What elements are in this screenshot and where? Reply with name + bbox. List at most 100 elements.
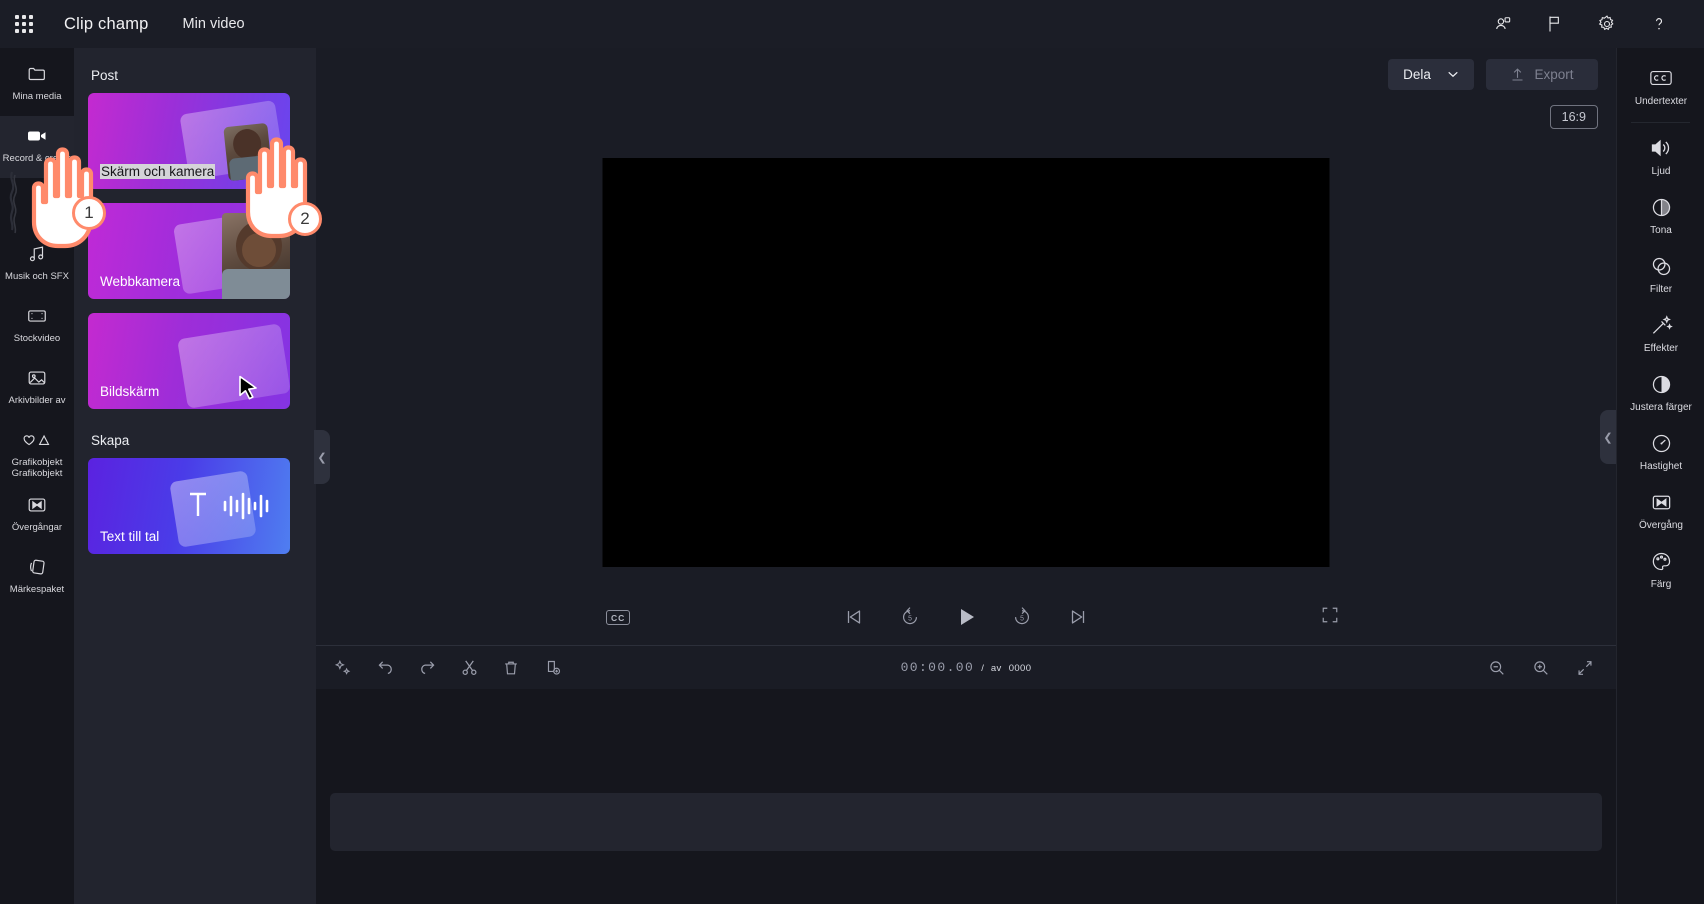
film-strip-icon: [26, 303, 48, 329]
app-launcher-icon[interactable]: [0, 0, 48, 48]
right-item-label: Färg: [1650, 579, 1672, 590]
share-person-icon[interactable]: [1484, 5, 1522, 43]
tutorial-step-2-badge: 2: [288, 202, 322, 236]
text-to-speech-card[interactable]: Text till tal: [88, 458, 290, 554]
brand-kit-icon: [26, 554, 48, 580]
filter-circles-icon: [1650, 253, 1673, 279]
webcam-card[interactable]: Webbkamera: [88, 203, 290, 299]
fullscreen-icon[interactable]: [1321, 606, 1339, 629]
play-icon[interactable]: [953, 604, 979, 630]
stage-toolbar: Dela Export: [316, 48, 1616, 100]
sidebar-item-overgangar[interactable]: Övergångar: [0, 485, 74, 547]
card-label: Bildskärm: [100, 384, 160, 399]
video-camera-icon: [25, 123, 49, 149]
transition-icon: [26, 492, 48, 518]
card-label: Text till tal: [100, 529, 160, 544]
help-question-icon[interactable]: [1640, 5, 1678, 43]
collapse-media-panel-button[interactable]: ❮: [314, 430, 330, 484]
video-preview-canvas[interactable]: [602, 158, 1330, 567]
sidebar-item-musik-och-sfx[interactable]: Musik och SFX: [0, 234, 74, 296]
editor-stage: Dela Export 16:9 CC 5 5 00:00.00 / av 00…: [316, 48, 1616, 904]
export-button-label: Export: [1534, 66, 1574, 82]
sidebar-divider: [1631, 122, 1690, 123]
total-time-label: av: [990, 663, 1002, 674]
right-item-tona[interactable]: Tona: [1617, 185, 1704, 244]
section-header-skapa: Skapa: [91, 433, 130, 448]
right-item-undertexter[interactable]: Undertexter: [1617, 56, 1704, 115]
sidebar-item-label: Mina media: [12, 91, 62, 102]
brand-name[interactable]: Clip champ: [64, 15, 149, 34]
timeline-zoom-tools: [1484, 655, 1616, 681]
right-item-justera-farger[interactable]: Justera färger: [1617, 362, 1704, 421]
skip-to-end-icon[interactable]: [1065, 604, 1091, 630]
zoom-in-icon[interactable]: [1528, 655, 1554, 681]
captions-toggle-button[interactable]: CC: [606, 609, 631, 625]
right-item-label: Effekter: [1643, 343, 1679, 354]
sidebar-item-label: Arkivbilder av: [8, 395, 66, 406]
chevron-left-icon: ❮: [317, 451, 327, 464]
music-note-icon: [26, 241, 48, 267]
text-to-speech-art: [169, 466, 290, 552]
right-item-filter[interactable]: Filter: [1617, 244, 1704, 303]
flag-feedback-icon[interactable]: [1536, 5, 1574, 43]
aspect-ratio-button[interactable]: 16:9: [1549, 105, 1598, 129]
header-actions: [1484, 5, 1704, 43]
sidebar-item-markespaket[interactable]: Märkespaket: [0, 547, 74, 609]
skip-to-start-icon[interactable]: [841, 604, 867, 630]
collapse-right-panel-button[interactable]: ❮: [1600, 410, 1616, 464]
sidebar-item-stockvideo[interactable]: Stockvideo: [0, 296, 74, 358]
right-item-effekter[interactable]: Effekter: [1617, 303, 1704, 362]
sidebar-item-label: Musik och SFX: [5, 271, 69, 282]
right-item-overgang[interactable]: Övergång: [1617, 480, 1704, 539]
trash-delete-icon[interactable]: [498, 655, 524, 681]
magic-sparkle-icon[interactable]: [330, 655, 356, 681]
project-title[interactable]: Min video: [183, 16, 245, 32]
export-button[interactable]: Export: [1486, 58, 1598, 90]
rewind-5-icon[interactable]: 5: [897, 604, 923, 630]
timecode-separator: /: [981, 663, 984, 674]
current-time: 00:00.00: [900, 660, 975, 675]
screen-card[interactable]: Bildskärm: [88, 313, 290, 409]
left-sidebar: Mina media Record & create Musik och SFX: [0, 48, 74, 904]
timeline-body[interactable]: [316, 689, 1616, 904]
transition-icon: [1650, 489, 1673, 515]
forward-5-icon[interactable]: 5: [1009, 604, 1035, 630]
card-label: Skärm och kamera: [100, 164, 216, 179]
timeline-track[interactable]: [330, 793, 1602, 851]
total-time: 0000: [1008, 663, 1032, 674]
timeline-tools: [316, 655, 566, 681]
speedometer-icon: [1650, 430, 1673, 456]
redo-icon[interactable]: [414, 655, 440, 681]
undo-icon[interactable]: [372, 655, 398, 681]
svg-text:5: 5: [908, 615, 912, 622]
share-button[interactable]: Dela: [1388, 58, 1474, 90]
share-button-label: Dela: [1403, 66, 1431, 82]
gear-settings-icon[interactable]: [1588, 5, 1626, 43]
card-label: Webbkamera: [100, 274, 181, 289]
right-item-hastighet[interactable]: Hastighet: [1617, 421, 1704, 480]
sidebar-item-label: Grafikobjekt: [11, 457, 63, 468]
image-icon: [26, 365, 48, 391]
sidebar-item-label: Record & create: [2, 153, 72, 164]
sidebar-item-grafikobjekt[interactable]: Grafikobjekt Grafikobjekt: [0, 420, 74, 485]
webcam-art: [173, 211, 290, 299]
right-item-label: Tona: [1650, 225, 1672, 236]
sidebar-item-label: Övergångar: [11, 522, 63, 533]
zoom-out-icon[interactable]: [1484, 655, 1510, 681]
chevron-down-icon: [1448, 71, 1458, 78]
right-item-ljud[interactable]: Ljud: [1617, 126, 1704, 185]
duplicate-icon[interactable]: [540, 655, 566, 681]
scissors-split-icon[interactable]: [456, 655, 482, 681]
screen-and-camera-card[interactable]: Skärm och kamera: [88, 93, 290, 189]
sidebar-item-record-and-create[interactable]: Record & create: [0, 116, 74, 178]
tutorial-step-1-badge: 1: [72, 196, 106, 230]
clipchamp-editor: Clip champ Min video Mina media Record &…: [0, 0, 1704, 904]
playback-buttons: 5 5: [841, 604, 1091, 630]
fit-to-screen-icon[interactable]: [1572, 655, 1598, 681]
right-item-label: Undertexter: [1634, 96, 1688, 107]
sidebar-item-mina-media[interactable]: Mina media: [0, 54, 74, 116]
right-item-label: Filter: [1649, 284, 1673, 295]
timecode-display: 00:00.00 / av 0000: [901, 660, 1032, 675]
right-item-farg[interactable]: Färg: [1617, 539, 1704, 598]
sidebar-item-arkivbilder[interactable]: Arkivbilder av: [0, 358, 74, 420]
